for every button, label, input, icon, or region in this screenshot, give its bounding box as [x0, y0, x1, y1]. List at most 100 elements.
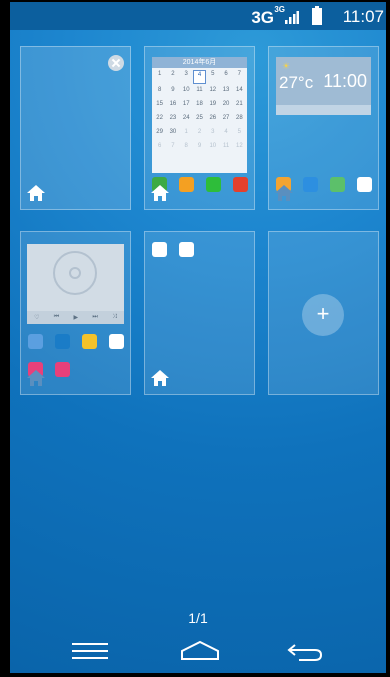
app-glyph-icon — [233, 177, 248, 192]
music-control[interactable]: ▶ — [73, 314, 78, 321]
add-screen-button[interactable]: + — [302, 294, 344, 336]
app-icon[interactable] — [108, 334, 125, 350]
calendar-day[interactable]: 2 — [193, 128, 206, 140]
network-type: 3G — [251, 8, 274, 27]
app-icon[interactable] — [302, 177, 319, 193]
calendar-day[interactable]: 16 — [166, 100, 179, 112]
app-glyph-icon — [179, 242, 194, 257]
calendar-day[interactable]: 7 — [166, 142, 179, 154]
calendar-day[interactable]: 10 — [180, 86, 193, 98]
home-icon[interactable] — [27, 185, 45, 201]
app-glyph-icon — [179, 177, 194, 192]
music-widget[interactable]: ♡ ⏮ ▶ ⏭ ⤨ — [27, 244, 124, 324]
screen-card-3[interactable]: ☀ 27°c 11:00 — [268, 46, 379, 210]
menu-icon[interactable] — [70, 637, 110, 665]
calendar-day[interactable]: 22 — [153, 114, 166, 126]
app-icon[interactable] — [205, 177, 222, 193]
calendar-day[interactable]: 21 — [233, 100, 246, 112]
app-glyph-icon — [55, 334, 70, 349]
calendar-day[interactable]: 4 — [219, 128, 232, 140]
signal-icon — [285, 11, 299, 24]
app-icon[interactable] — [81, 334, 98, 350]
home-icon[interactable] — [151, 185, 169, 201]
navigation-bar — [10, 629, 386, 673]
calendar-day[interactable]: 5 — [233, 128, 246, 140]
home-icon[interactable] — [275, 185, 293, 201]
app-row — [151, 242, 195, 258]
calendar-grid: 1 2 3 4 5 6 7 8 9 10 11 12 13 14 15 16 17 18 19 20 21 22 23 24 2… — [152, 68, 247, 156]
calendar-day[interactable]: 5 — [206, 70, 219, 82]
status-bar: 3G 3G 11:07 — [10, 2, 386, 30]
calendar-day[interactable]: 18 — [193, 100, 206, 112]
app-icon[interactable] — [27, 334, 44, 350]
app-glyph-icon — [82, 334, 97, 349]
calendar-day[interactable]: 12 — [206, 86, 219, 98]
network-type-small: 3G — [274, 5, 285, 14]
calendar-day[interactable]: 1 — [180, 128, 193, 140]
disc-icon — [53, 251, 97, 295]
close-icon[interactable] — [108, 55, 124, 71]
app-icon[interactable] — [178, 177, 195, 193]
calendar-day[interactable]: 7 — [233, 70, 246, 82]
app-icon[interactable] — [151, 242, 168, 258]
calendar-day[interactable]: 9 — [193, 142, 206, 154]
music-control[interactable]: ⤨ — [112, 314, 117, 321]
app-glyph-icon — [109, 334, 124, 349]
calendar-day[interactable]: 15 — [153, 100, 166, 112]
screen-card-2[interactable]: 2014年6月 1 2 3 4 5 6 7 8 9 10 11 12 13 14 15 16 17 18 19 20 2… — [144, 46, 255, 210]
calendar-day[interactable]: 26 — [206, 114, 219, 126]
calendar-day[interactable]: 8 — [153, 86, 166, 98]
calendar-day[interactable]: 3 — [180, 70, 193, 82]
calendar-day[interactable]: 11 — [219, 142, 232, 154]
calendar-day[interactable]: 24 — [180, 114, 193, 126]
music-control[interactable]: ♡ — [34, 314, 39, 321]
home-nav-icon[interactable] — [180, 637, 220, 665]
home-icon[interactable] — [151, 370, 169, 386]
app-icon[interactable] — [329, 177, 346, 193]
app-icon[interactable] — [54, 362, 71, 378]
app-glyph-icon — [152, 242, 167, 257]
home-icon[interactable] — [27, 370, 45, 386]
calendar-day[interactable]: 11 — [193, 86, 206, 98]
page-indicator: 1/1 — [188, 610, 208, 626]
app-icon[interactable] — [54, 334, 71, 350]
screen-card-4[interactable]: ♡ ⏮ ▶ ⏭ ⤨ — [20, 231, 131, 395]
calendar-day[interactable]: 9 — [166, 86, 179, 98]
status-time: 11:07 — [342, 7, 384, 26]
calendar-widget[interactable]: 2014年6月 1 2 3 4 5 6 7 8 9 10 11 12 13 14 15 16 17 18 19 20 2… — [152, 57, 247, 173]
app-glyph-icon — [55, 362, 70, 377]
calendar-day[interactable]: 20 — [219, 100, 232, 112]
calendar-day[interactable]: 25 — [193, 114, 206, 126]
app-icon[interactable] — [356, 177, 373, 193]
app-glyph-icon — [28, 334, 43, 349]
calendar-day[interactable]: 27 — [219, 114, 232, 126]
calendar-day[interactable]: 6 — [153, 142, 166, 154]
calendar-day[interactable]: 23 — [166, 114, 179, 126]
calendar-day[interactable]: 1 — [153, 70, 166, 82]
calendar-day[interactable]: 2 — [166, 70, 179, 82]
music-control[interactable]: ⏭ — [92, 314, 97, 321]
app-icon[interactable] — [232, 177, 249, 193]
calendar-day[interactable]: 4 — [192, 70, 207, 84]
screen-card-5[interactable] — [144, 231, 255, 395]
battery-icon — [312, 6, 322, 25]
app-row — [27, 334, 125, 350]
back-icon[interactable] — [285, 637, 325, 665]
screen-card-1[interactable] — [20, 46, 131, 210]
calendar-day[interactable]: 30 — [166, 128, 179, 140]
calendar-day[interactable]: 13 — [219, 86, 232, 98]
clock-weather-widget[interactable]: ☀ 27°c 11:00 — [276, 57, 371, 115]
calendar-day[interactable]: 14 — [233, 86, 246, 98]
calendar-day[interactable]: 17 — [180, 100, 193, 112]
calendar-day[interactable]: 3 — [206, 128, 219, 140]
calendar-day[interactable]: 28 — [233, 114, 246, 126]
calendar-day[interactable]: 12 — [233, 142, 246, 154]
app-icon[interactable] — [178, 242, 195, 258]
music-control[interactable]: ⏮ — [54, 314, 59, 321]
calendar-day[interactable]: 6 — [219, 70, 232, 82]
add-screen-card[interactable]: + — [268, 231, 379, 395]
calendar-day[interactable]: 19 — [206, 100, 219, 112]
calendar-day[interactable]: 8 — [180, 142, 193, 154]
calendar-day[interactable]: 29 — [153, 128, 166, 140]
calendar-day[interactable]: 10 — [206, 142, 219, 154]
